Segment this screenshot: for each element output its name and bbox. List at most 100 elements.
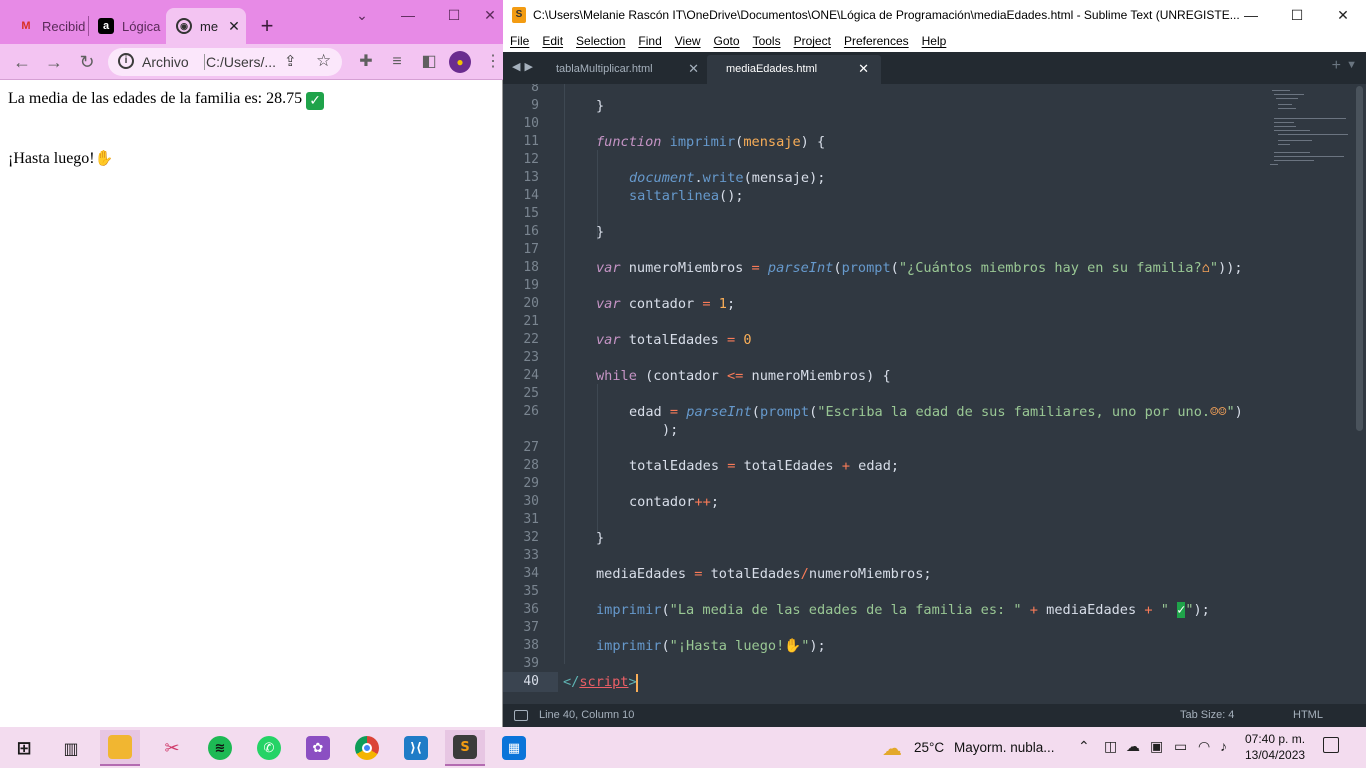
vscode-button[interactable]: ⟩⟨ <box>396 730 436 766</box>
editor-tabbar: ◀▶ tablaMultiplicar.html ✕ mediaEdades.h… <box>503 52 1366 84</box>
maximize-button[interactable]: ☐ <box>431 0 477 30</box>
line-number: 31 <box>523 512 539 527</box>
tab-media-edades[interactable]: ◉ me ✕ <box>166 8 246 44</box>
code-line: ); <box>662 422 679 438</box>
browser-tabstrip: M Recibid a Lógica ◉ me ✕ + ⌄ — ☐ ✕ <box>0 0 503 44</box>
menu-selection[interactable]: Selection <box>576 31 625 52</box>
menu-edit[interactable]: Edit <box>542 31 563 52</box>
tab-label: me <box>200 18 219 34</box>
line-number: 39 <box>523 656 539 671</box>
minimize-button[interactable]: — <box>385 0 431 30</box>
wifi-icon[interactable]: ◠ <box>1198 738 1210 755</box>
bookmark-star-icon[interactable]: ☆ <box>316 51 331 71</box>
share-icon[interactable]: ⇪ <box>284 52 297 70</box>
code-line: contador++; <box>629 494 720 510</box>
code-line: } <box>596 98 605 114</box>
app-tray-icon[interactable]: ▣ <box>1150 738 1163 755</box>
code-line: saltarlinea(); <box>629 188 744 204</box>
minimap[interactable] <box>1268 84 1354 174</box>
volume-icon[interactable]: ♪ <box>1220 738 1227 754</box>
store-button[interactable]: ▦ <box>494 730 534 766</box>
tab-gmail[interactable]: M Recibid <box>8 8 86 44</box>
chevron-up-icon[interactable]: ⌃ <box>1078 738 1090 755</box>
code-line: function imprimir(mensaje) { <box>596 134 826 150</box>
menu-project[interactable]: Project <box>794 31 831 52</box>
tab-nav-arrows-icon[interactable]: ◀▶ <box>512 60 537 73</box>
chrome-button[interactable] <box>347 730 387 766</box>
paint-icon: ✿ <box>306 736 330 760</box>
panel-toggle-icon[interactable] <box>514 710 528 721</box>
chevron-down-icon[interactable]: ⌄ <box>339 0 385 30</box>
extensions-puzzle-icon[interactable]: ✚ <box>354 50 378 74</box>
code-editor[interactable]: 8 9 10 11 12 13 14 15 16 17 18 19 20 21 22 23 24 25 26 27 28… <box>503 84 1366 704</box>
status-bar: Line 40, Column 10 Tab Size: 4 HTML <box>503 704 1366 727</box>
code-line: } <box>596 224 605 240</box>
close-tab-icon[interactable]: ✕ <box>688 55 699 83</box>
line-number: 13 <box>523 170 539 185</box>
close-tab-icon[interactable]: ✕ <box>858 55 869 83</box>
vertical-scrollbar[interactable] <box>1356 86 1363 431</box>
onedrive-cloud-icon[interactable]: ☁ <box>1126 738 1140 755</box>
task-view-button[interactable]: ▥ <box>51 730 91 766</box>
tab-label: mediaEdades.html <box>726 63 818 75</box>
menu-preferences[interactable]: Preferences <box>844 31 909 52</box>
snipping-tool-button[interactable]: ✂ <box>152 730 192 766</box>
side-panel-icon[interactable]: ◧ <box>417 50 441 74</box>
windows-logo-icon: ⊞ <box>16 737 32 759</box>
whatsapp-button[interactable]: ✆ <box>249 730 289 766</box>
average-text: La media de las edades de la familia es:… <box>8 90 303 107</box>
menu-file[interactable]: File <box>510 31 529 52</box>
new-tab-button[interactable]: + <box>257 12 277 40</box>
sublime-logo-icon: S <box>512 7 526 23</box>
tab-alura[interactable]: a Lógica <box>88 8 166 44</box>
chrome-icon <box>355 736 379 760</box>
meet-now-icon[interactable]: ◫ <box>1104 738 1117 755</box>
line-number: 38 <box>523 638 539 653</box>
forward-arrow-icon[interactable]: → <box>42 50 66 74</box>
new-tab-plus-icon[interactable]: + <box>1332 57 1341 75</box>
code-line: while (contador <= numeroMiembros) { <box>596 368 891 384</box>
file-explorer-button[interactable] <box>100 730 140 766</box>
url-text[interactable]: C:/Users/... <box>206 54 276 70</box>
code-line: var totalEdades = 0 <box>596 332 752 348</box>
minimize-button[interactable]: — <box>1228 0 1274 31</box>
maximize-button[interactable]: ☐ <box>1274 0 1320 31</box>
media-queue-icon[interactable]: ≡ <box>385 50 409 74</box>
whatsapp-icon: ✆ <box>257 736 281 760</box>
tab-tabla-multiplicar[interactable]: tablaMultiplicar.html ✕ <box>537 55 711 84</box>
tab-media-edades[interactable]: mediaEdades.html ✕ <box>707 55 881 84</box>
battery-icon[interactable]: ▭ <box>1174 738 1187 755</box>
clock[interactable]: 07:40 p. m. 13/04/2023 <box>1245 731 1305 763</box>
close-button[interactable]: ✕ <box>477 0 503 30</box>
profile-avatar[interactable]: ● <box>449 51 471 73</box>
reload-icon[interactable]: ↻ <box>75 50 99 74</box>
paint-button[interactable]: ✿ <box>298 730 338 766</box>
menu-goto[interactable]: Goto <box>714 31 740 52</box>
line-number: 18 <box>523 260 539 275</box>
line-number: 28 <box>523 458 539 473</box>
line-number: 22 <box>523 332 539 347</box>
window-title: C:\Users\Melanie Rascón IT\OneDrive\Docu… <box>533 8 1240 22</box>
tab-label: tablaMultiplicar.html <box>556 63 653 75</box>
start-button[interactable]: ⊞ <box>4 730 44 766</box>
notification-icon[interactable] <box>1323 737 1339 753</box>
weather-cloud-sun-icon[interactable]: ☁ <box>882 736 902 761</box>
close-button[interactable]: ✕ <box>1320 0 1366 31</box>
menu-tools[interactable]: Tools <box>753 31 781 52</box>
menu-view[interactable]: View <box>675 31 701 52</box>
weather-description[interactable]: Mayorm. nubla... <box>954 740 1055 755</box>
syntax-mode[interactable]: HTML <box>1293 709 1323 721</box>
sublime-text-button[interactable]: S <box>445 730 485 766</box>
tab-size[interactable]: Tab Size: 4 <box>1180 709 1234 721</box>
menu-help[interactable]: Help <box>922 31 947 52</box>
code-line: mediaEdades = totalEdades/numeroMiembros… <box>596 566 932 582</box>
close-tab-icon[interactable]: ✕ <box>228 18 240 35</box>
tab-dropdown-icon[interactable]: ▼ <box>1346 59 1357 71</box>
back-arrow-icon[interactable]: ← <box>10 50 34 74</box>
address-bar[interactable]: i Archivo C:/Users/... ⇪ ☆ <box>108 48 342 76</box>
weather-temp[interactable]: 25°C <box>914 740 944 755</box>
info-icon[interactable]: i <box>118 53 134 69</box>
menu-find[interactable]: Find <box>638 31 661 52</box>
kebab-menu-icon[interactable]: ⋮ <box>481 50 505 74</box>
spotify-button[interactable]: ≋ <box>200 730 240 766</box>
